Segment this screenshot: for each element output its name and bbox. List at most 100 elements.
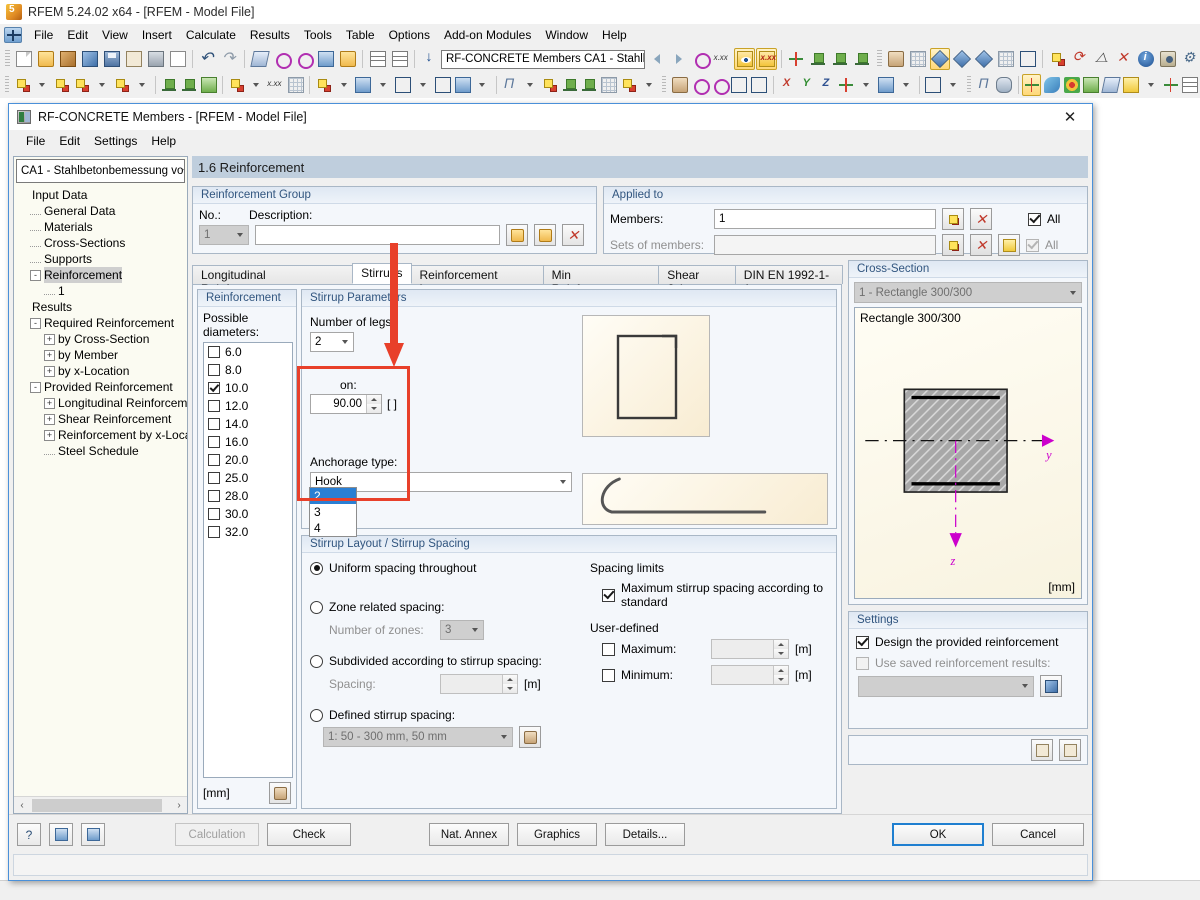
spinner-buttons[interactable] bbox=[502, 675, 517, 693]
dialog-menu-edit[interactable]: Edit bbox=[52, 131, 87, 151]
tree-item-cross-sections[interactable]: Cross-Sections bbox=[18, 235, 187, 251]
isosurface-button[interactable] bbox=[1062, 74, 1081, 96]
dropdown-option-2[interactable]: 2 bbox=[310, 488, 356, 504]
new-file-button[interactable] bbox=[14, 48, 35, 70]
scroll-left-icon[interactable]: ‹ bbox=[14, 798, 30, 813]
collapse-icon[interactable]: - bbox=[30, 269, 41, 281]
expand-icon[interactable]: + bbox=[44, 413, 55, 425]
menu-file[interactable]: File bbox=[27, 25, 60, 45]
solid-set-button[interactable] bbox=[394, 74, 413, 96]
members-all-checkbox[interactable] bbox=[1028, 212, 1041, 226]
panel-button[interactable] bbox=[1122, 74, 1141, 96]
diameter-checkbox[interactable] bbox=[208, 346, 220, 358]
result-value-button[interactable] bbox=[1161, 74, 1180, 96]
result-bolt-button[interactable] bbox=[995, 74, 1014, 96]
tree-item-input-data[interactable]: Input Data bbox=[18, 187, 187, 203]
new-set-button[interactable] bbox=[998, 234, 1020, 256]
rigid-link-button[interactable] bbox=[600, 74, 619, 96]
dropdown-option-3[interactable]: 3 bbox=[310, 504, 356, 520]
use-saved-combo[interactable] bbox=[858, 675, 1034, 697]
member-hinge-button[interactable] bbox=[560, 74, 579, 96]
nat-annex-button[interactable]: Nat. Annex bbox=[429, 823, 509, 846]
tree-item-general-data[interactable]: General Data bbox=[18, 203, 187, 219]
clear-sets-button[interactable] bbox=[970, 234, 992, 256]
surface-load-button[interactable] bbox=[287, 74, 306, 96]
menu-insert[interactable]: Insert bbox=[135, 25, 179, 45]
clip-plane-dropdown[interactable] bbox=[944, 74, 963, 96]
rendering-button[interactable] bbox=[886, 48, 907, 70]
inclination-spinner[interactable]: 90.00 bbox=[310, 394, 382, 414]
number-of-legs-combo[interactable]: 2 bbox=[310, 332, 354, 352]
menu-table[interactable]: Table bbox=[339, 25, 382, 45]
zoom-all-button[interactable] bbox=[293, 48, 314, 70]
new-group-button[interactable] bbox=[506, 224, 528, 246]
dropdown-option-4[interactable]: 4 bbox=[310, 520, 356, 536]
load-saved-results-button[interactable] bbox=[1040, 675, 1062, 697]
nodal-load-dropdown[interactable] bbox=[247, 74, 266, 96]
axis-x-button[interactable] bbox=[777, 74, 796, 96]
expand-icon[interactable]: + bbox=[44, 349, 55, 361]
chevron-down-icon[interactable] bbox=[337, 340, 353, 344]
view-direction-dropdown[interactable] bbox=[896, 74, 915, 96]
new-solid-button[interactable] bbox=[314, 74, 333, 96]
deform-button[interactable] bbox=[1082, 74, 1101, 96]
previous-button[interactable] bbox=[646, 48, 667, 70]
value-label-button[interactable] bbox=[712, 48, 733, 70]
details-button[interactable]: Details... bbox=[605, 823, 685, 846]
cube-button[interactable] bbox=[433, 74, 452, 96]
defined-spacing-combo[interactable]: 1: 50 - 300 mm, 50 mm bbox=[323, 727, 513, 747]
new-line-button[interactable] bbox=[53, 74, 72, 96]
diameter-checkbox[interactable] bbox=[208, 454, 220, 466]
chevron-down-icon[interactable] bbox=[232, 233, 248, 237]
toolbar-grip-icon[interactable] bbox=[966, 76, 971, 94]
dialog-menu-help[interactable]: Help bbox=[144, 131, 183, 151]
minimum-checkbox[interactable] bbox=[602, 668, 615, 682]
diameter-row[interactable]: 8.0 bbox=[204, 361, 292, 379]
radio-uniform-spacing[interactable] bbox=[310, 561, 323, 575]
undo-button[interactable] bbox=[197, 48, 218, 70]
edit-diameters-button[interactable] bbox=[269, 782, 291, 804]
members-input[interactable] bbox=[714, 209, 936, 229]
sets-all-checkbox[interactable] bbox=[1026, 238, 1039, 252]
axis-dropdown[interactable] bbox=[857, 74, 876, 96]
spinner-buttons[interactable] bbox=[773, 666, 788, 684]
diameter-row[interactable]: 28.0 bbox=[204, 487, 292, 505]
pick-members-button[interactable] bbox=[942, 208, 964, 230]
diameter-row[interactable]: 25.0 bbox=[204, 469, 292, 487]
deformation-button[interactable] bbox=[786, 48, 807, 70]
info-button[interactable] bbox=[1135, 48, 1156, 70]
new-model-object-button[interactable] bbox=[453, 74, 472, 96]
diameter-checkbox[interactable] bbox=[208, 490, 220, 502]
new-member-dropdown[interactable] bbox=[93, 74, 112, 96]
tree-item-by-x-location[interactable]: + by x-Location bbox=[18, 363, 187, 379]
tree-item-reinforcement-by-x-location[interactable]: +Reinforcement by x-Location bbox=[18, 427, 187, 443]
diameter-row[interactable]: 16.0 bbox=[204, 433, 292, 451]
menu-view[interactable]: View bbox=[95, 25, 135, 45]
toolbar-grip-icon[interactable] bbox=[5, 50, 10, 68]
tree-item-by-cross-section[interactable]: + by Cross-Section bbox=[18, 331, 187, 347]
menu-edit[interactable]: Edit bbox=[60, 25, 95, 45]
redo-button[interactable] bbox=[219, 48, 240, 70]
opening-dropdown[interactable] bbox=[374, 74, 393, 96]
diameter-checkbox[interactable] bbox=[208, 400, 220, 412]
open-model-button[interactable] bbox=[58, 48, 79, 70]
shaded-button[interactable] bbox=[750, 74, 769, 96]
delete-group-button[interactable] bbox=[562, 224, 584, 246]
grid-snap-button[interactable] bbox=[908, 48, 929, 70]
new-solid-dropdown[interactable] bbox=[334, 74, 353, 96]
menu-add-on-modules[interactable]: Add-on Modules bbox=[437, 25, 538, 45]
settings-gear-button[interactable] bbox=[1179, 48, 1200, 70]
line-hinge-button[interactable] bbox=[580, 74, 599, 96]
scroll-thumb[interactable] bbox=[32, 798, 162, 812]
chevron-down-icon[interactable] bbox=[467, 628, 483, 632]
spinner-buttons[interactable] bbox=[773, 640, 788, 658]
perspective-button[interactable] bbox=[1017, 48, 1038, 70]
expand-icon[interactable]: + bbox=[44, 429, 55, 441]
menu-tools[interactable]: Tools bbox=[297, 25, 339, 45]
graphics-button[interactable]: Graphics bbox=[517, 823, 597, 846]
check-button[interactable]: Check bbox=[267, 823, 351, 846]
number-of-zones-combo[interactable]: 3 bbox=[440, 620, 484, 640]
tree-item-longitudinal-reinforcement[interactable]: +Longitudinal Reinforcement bbox=[18, 395, 187, 411]
section-button[interactable] bbox=[1101, 74, 1121, 96]
tree-item-by-member[interactable]: + by Member bbox=[18, 347, 187, 363]
